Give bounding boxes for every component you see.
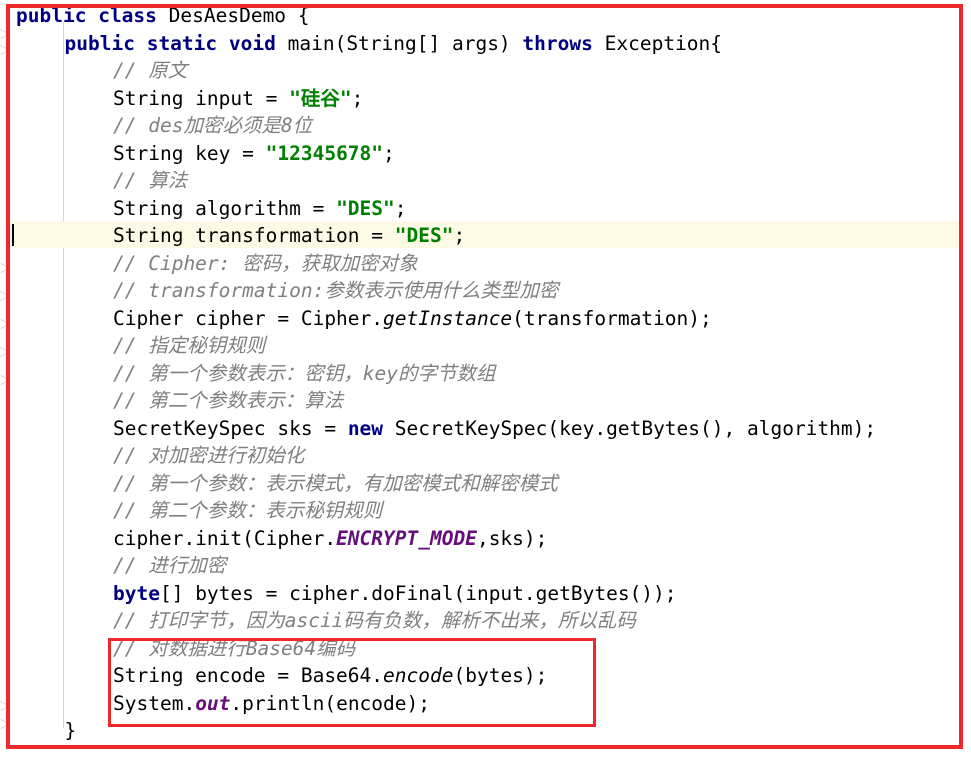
code-token-str: "12345678" (265, 141, 384, 165)
code-line: SecretKeySpec sks = new SecretKeySpec(ke… (113, 415, 876, 443)
code-token-plain: .println(encode); (230, 691, 431, 715)
code-token-plain: ,sks); (476, 526, 548, 550)
code-token-plain: SecretKeySpec sks = (113, 416, 348, 440)
code-token-plain: SecretKeySpec(key.getBytes(), algorithm)… (383, 416, 877, 440)
code-editor[interactable]: public class DesAesDemo {public static v… (0, 0, 971, 760)
code-token-plain: [] bytes = cipher.doFinal(input.getBytes… (159, 581, 677, 605)
code-line: // 打印字节，因为ascii码有负数，解析不出来，所以乱码 (113, 607, 636, 635)
code-token-cmt: // 指定秘钥规则 (113, 334, 266, 357)
code-line: public static void main(String[] args) t… (65, 30, 723, 58)
code-token-plain: Exception{ (592, 31, 723, 55)
gutter-fold-mark (0, 44, 9, 55)
code-line: String key = "12345678"; (113, 140, 395, 168)
code-token-plain: DesAesDemo { (156, 4, 310, 27)
code-token-plain: } (64, 719, 77, 742)
gutter-fold-mark (0, 374, 9, 385)
code-token-plain: ; (394, 196, 407, 220)
code-token-plain: Cipher cipher = Cipher. (113, 306, 384, 330)
code-line: // 指定秘钥规则 (113, 332, 265, 360)
code-token-cmt: // 对加密进行初始化 (113, 444, 305, 467)
code-line: public class DesAesDemo { (16, 2, 310, 30)
code-token-kw: void (228, 31, 276, 55)
code-line: // 进行加密 (113, 552, 226, 580)
code-token-cmt: // 对数据进行Base64编码 (113, 636, 356, 660)
code-token-kw: class (98, 4, 157, 27)
gutter-fold-mark (0, 700, 9, 711)
code-token-kw: byte (113, 581, 160, 605)
code-line: String encode = Base64.encode(bytes); (113, 662, 547, 690)
code-token-str: "硅谷" (289, 86, 352, 110)
code-token-cmt: // 打印字节，因为ascii码有负数，解析不出来，所以乱码 (113, 609, 636, 632)
code-line: // Cipher: 密码，获取加密对象 (113, 250, 418, 278)
code-line: // 原文 (113, 57, 187, 85)
code-token-plain: String key = (113, 141, 266, 165)
code-token-plain: cipher.init(Cipher. (113, 526, 337, 550)
code-token-plain: ; (453, 224, 466, 247)
code-token-cmt: // 进行加密 (113, 554, 227, 577)
code-line: } (65, 717, 77, 745)
gutter-fold-mark (0, 290, 9, 301)
code-token-kw: throws (522, 31, 593, 55)
code-token-kw: static (146, 31, 218, 55)
code-token-str: "DES" (336, 196, 395, 220)
code-token-sfield: ENCRYPT_MODE (336, 526, 477, 550)
code-line: byte[] bytes = cipher.doFinal(input.getB… (113, 580, 677, 608)
code-token-cmt: // Cipher: 密码，获取加密对象 (113, 251, 418, 275)
text-caret (12, 224, 14, 246)
code-token-plain: System. (113, 691, 196, 715)
code-line: // 对加密进行初始化 (113, 442, 304, 470)
code-line: // 对数据进行Base64编码 (113, 635, 355, 663)
code-token-cmt: // 第二个参数表示：算法 (113, 389, 344, 412)
code-token-cmt: // 第一个参数：表示模式，有加密模式和解密模式 (113, 471, 558, 495)
gutter-fold-mark (0, 346, 9, 357)
code-token-plain: String transformation = (113, 224, 395, 247)
code-line: // 第一个参数：表示模式，有加密模式和解密模式 (113, 470, 558, 498)
code-token-plain: ; (351, 86, 364, 110)
code-token-plain: main(String[] args) (275, 31, 523, 55)
code-token-plain: String algorithm = (113, 196, 337, 220)
gutter-fold-mark (0, 318, 9, 329)
code-token-plain: String encode = Base64. (113, 664, 384, 687)
gutter-fold-mark (0, 262, 9, 273)
gutter-fold-mark (0, 28, 9, 39)
code-token-cmt: // 原文 (113, 59, 188, 82)
code-token-cmt: // 第一个参数表示：密钥，key的字节数组 (113, 361, 496, 385)
code-token-plain: String input = (113, 86, 290, 110)
code-line: // des加密必须是8位 (113, 112, 312, 140)
code-line: // 算法 (113, 167, 187, 195)
indent-guide (63, 22, 64, 728)
code-line: // 第二个参数：表示秘钥规则 (113, 497, 382, 525)
code-token-cmt: // 算法 (113, 169, 188, 192)
code-token-cmt: // transformation:参数表示使用什么类型加密 (113, 279, 559, 302)
code-token-plain: ; (383, 141, 395, 165)
code-token-sfield: out (195, 691, 231, 715)
code-token-plain: (bytes); (453, 664, 548, 687)
code-token-kw: public (64, 31, 135, 55)
code-line: System.out.println(encode); (113, 690, 430, 718)
code-line: cipher.init(Cipher.ENCRYPT_MODE,sks); (113, 525, 547, 553)
code-line: // 第一个参数表示：密钥，key的字节数组 (113, 360, 495, 388)
code-token-method: encode (383, 664, 454, 687)
code-line: String input = "硅谷"; (113, 85, 363, 113)
code-line: // 第二个参数表示：算法 (113, 387, 343, 415)
code-line: // transformation:参数表示使用什么类型加密 (113, 277, 558, 305)
code-token-kw: public (16, 4, 87, 27)
code-token-cmt: // des加密必须是8位 (113, 114, 313, 137)
code-token-method: getInstance (383, 306, 513, 330)
code-token-kw: new (347, 416, 384, 440)
code-line: String algorithm = "DES"; (113, 195, 407, 223)
code-line: Cipher cipher = Cipher.getInstance(trans… (113, 305, 712, 333)
code-line: String transformation = "DES"; (113, 222, 465, 250)
code-token-cmt: // 第二个参数：表示秘钥规则 (113, 499, 383, 522)
gutter-fold-mark (0, 718, 9, 729)
code-token-str: "DES" (394, 224, 454, 247)
code-token-plain: (transformation); (512, 306, 712, 330)
